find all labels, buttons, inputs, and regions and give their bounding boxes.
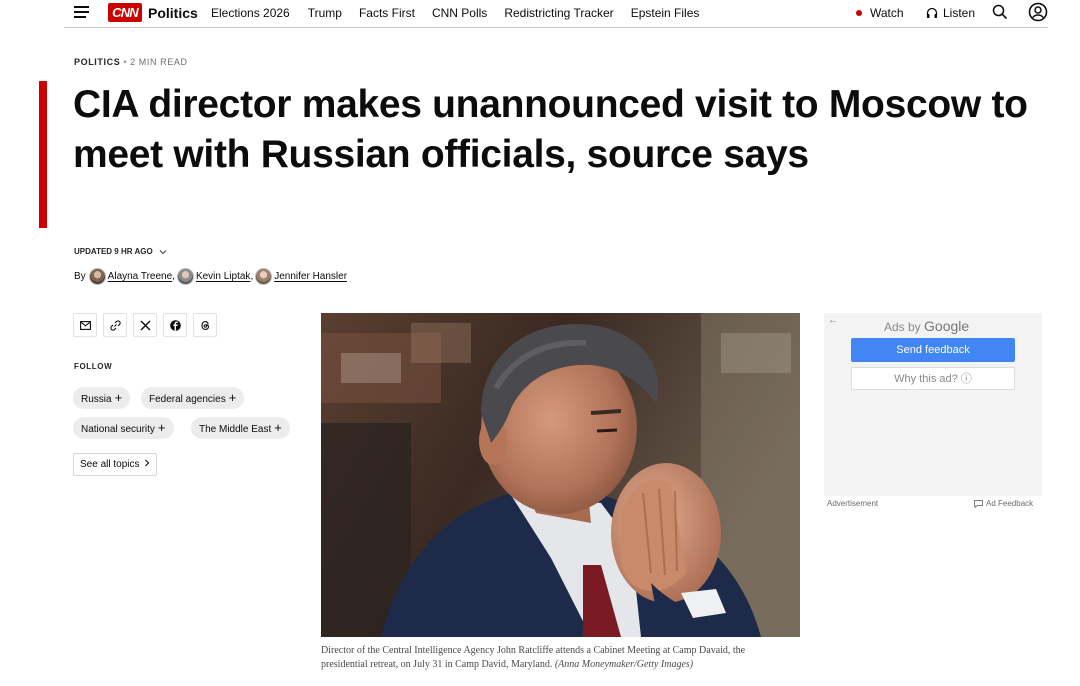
follow-topic-middle-east[interactable]: The Middle East + [191, 417, 290, 439]
follow-topic-national-security[interactable]: National security + [73, 417, 174, 439]
author-avatar [255, 268, 273, 285]
topic-label: Russia [81, 394, 112, 405]
search-icon[interactable] [992, 4, 1008, 20]
photo-caption: Director of the Central Intelligence Age… [321, 644, 791, 672]
ad-container: ← Ads by Google Send feedback Why this a… [824, 313, 1042, 496]
advertisement-label: Advertisement [827, 499, 879, 508]
topic-label: Federal agencies [149, 394, 226, 405]
see-all-label: See all topics [80, 459, 140, 470]
threads-icon [200, 320, 209, 330]
facebook-share-button[interactable] [163, 313, 187, 337]
plus-icon: + [228, 390, 237, 405]
headphones-icon [926, 7, 938, 18]
follow-topic-russia[interactable]: Russia + [73, 387, 131, 409]
updated-timestamp[interactable]: UPDATED 9 HR AGO [74, 247, 167, 256]
author-link[interactable]: Alayna Treene [88, 268, 173, 285]
facebook-icon [169, 319, 181, 331]
ads-by-label: Ads by [884, 320, 921, 334]
plus-icon: + [114, 390, 123, 405]
article-hero-image[interactable] [321, 313, 800, 637]
author-name: Kevin Liptak [195, 271, 251, 282]
follow-heading: FOLLOW [74, 362, 113, 371]
follow-topic-federal-agencies[interactable]: Federal agencies + [141, 387, 245, 409]
chevron-down-icon [159, 249, 167, 254]
topic-label: The Middle East [199, 424, 272, 435]
ad-feedback-label: Ad Feedback [986, 499, 1034, 508]
section-title[interactable]: Politics [148, 5, 198, 21]
watch-button[interactable]: Watch [856, 6, 904, 20]
user-account-icon[interactable] [1028, 2, 1048, 22]
updated-label: UPDATED 9 HR AGO [74, 247, 153, 256]
plus-icon: + [157, 420, 166, 435]
menu-icon[interactable] [74, 4, 91, 18]
back-arrow-icon[interactable]: ← [828, 315, 838, 326]
email-share-button[interactable] [73, 313, 97, 337]
photo-credit: (Anna Moneymaker/Getty Images) [554, 659, 694, 670]
ad-feedback-link[interactable]: Ad Feedback [974, 499, 1033, 508]
share-bar [73, 313, 217, 337]
top-navigation: CNN Politics Elections 2026 Trump Facts … [0, 0, 1080, 28]
author-avatar [88, 268, 106, 285]
nav-link-facts-first[interactable]: Facts First [359, 6, 415, 20]
listen-button[interactable]: Listen [926, 6, 975, 20]
chevron-right-icon [145, 459, 150, 467]
send-feedback-button[interactable]: Send feedback [851, 338, 1015, 362]
nav-link-trump[interactable]: Trump [308, 6, 342, 20]
nav-link-cnn-polls[interactable]: CNN Polls [432, 6, 487, 20]
cnn-logo[interactable]: CNN [108, 3, 142, 22]
nav-divider [64, 27, 1048, 28]
x-share-button[interactable] [133, 313, 157, 337]
kicker-section[interactable]: POLITICS [74, 57, 120, 67]
google-wordmark: Google [924, 318, 970, 334]
watch-label: Watch [870, 6, 904, 20]
listen-label: Listen [943, 6, 976, 20]
author-link[interactable]: Kevin Liptak [176, 268, 251, 285]
nav-link-epstein-files[interactable]: Epstein Files [631, 6, 700, 20]
ads-by-google: Ads by Google [884, 318, 969, 334]
headline-accent-bar [39, 81, 47, 228]
byline-prefix: By [74, 271, 86, 282]
why-this-ad-button[interactable]: Why this ad? ⓘ [851, 367, 1015, 390]
byline-comma: , [172, 271, 175, 282]
author-name: Jennifer Hansler [274, 271, 348, 282]
x-icon [140, 320, 150, 330]
article-kicker: POLITICS • 2 MIN READ [74, 57, 188, 67]
nav-links: Elections 2026 Trump Facts First CNN Pol… [211, 6, 699, 20]
read-time: 2 MIN READ [130, 57, 188, 67]
threads-share-button[interactable] [193, 313, 217, 337]
email-icon [79, 320, 91, 330]
link-icon [109, 319, 121, 331]
kicker-separator: • [123, 57, 128, 67]
photo-illustration [321, 313, 800, 637]
feedback-icon [974, 499, 983, 508]
article-headline: CIA director makes unannounced visit to … [73, 83, 1028, 176]
byline: By Alayna Treene , Kevin Liptak , Jennif… [74, 268, 347, 285]
plus-icon: + [274, 420, 282, 435]
live-dot-icon [856, 10, 862, 16]
author-avatar [176, 268, 194, 285]
see-all-topics-button[interactable]: See all topics [73, 453, 158, 476]
nav-link-elections-2026[interactable]: Elections 2026 [211, 6, 290, 20]
byline-comma: , [250, 271, 254, 282]
copy-link-button[interactable] [103, 313, 127, 337]
nav-link-redistricting-tracker[interactable]: Redistricting Tracker [504, 6, 613, 20]
author-name: Alayna Treene [107, 271, 173, 282]
topic-label: National security [81, 424, 155, 435]
author-link[interactable]: Jennifer Hansler [255, 268, 347, 285]
